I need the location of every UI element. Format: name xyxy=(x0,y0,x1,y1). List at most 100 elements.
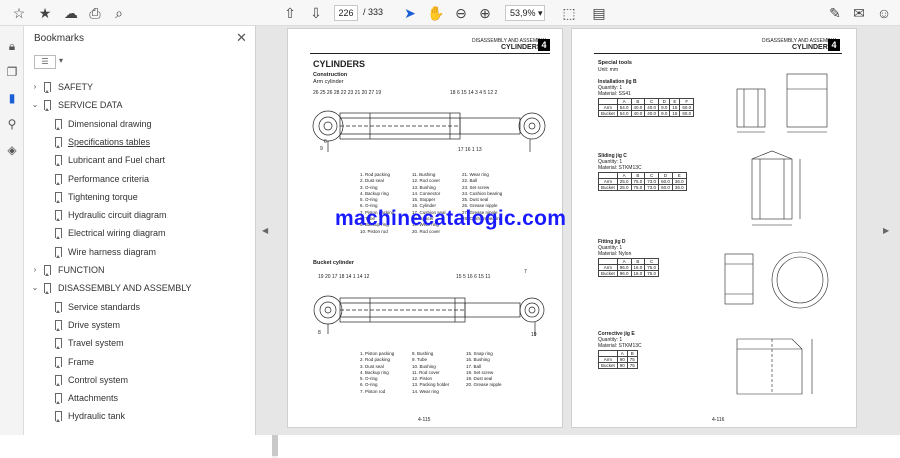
bookmark-flag-icon xyxy=(55,374,62,386)
bookmark-item[interactable]: Hydraulic circuit diagram xyxy=(24,206,249,224)
layers-icon[interactable]: ◈ xyxy=(4,142,20,158)
mail-icon[interactable]: ✉ xyxy=(850,4,868,22)
table-cell: 40.0 xyxy=(644,110,660,117)
account-icon[interactable]: ☺ xyxy=(875,4,893,22)
bookmark-item[interactable]: Service standards xyxy=(24,298,249,316)
chapter-badge: 4 xyxy=(538,39,550,51)
bookmark-label: Specifications tables xyxy=(68,136,151,147)
bookmark-flag-icon xyxy=(55,301,62,313)
bookmark-flag-icon xyxy=(55,155,62,167)
bookmark-item[interactable]: › FUNCTION xyxy=(24,261,249,279)
zoom-level-input[interactable]: 53,9% ▾ xyxy=(505,5,545,21)
zoom-in-icon[interactable]: ⊕ xyxy=(476,4,494,22)
table-cell: 75.0 xyxy=(644,270,660,277)
bucket-legend-col1: 1. Piston packing 2. Rod packing 3. Dust s… xyxy=(360,351,394,395)
table-cell: 36.0 xyxy=(671,184,687,191)
jig-e-material: Material: STKM13C xyxy=(598,343,642,349)
special-tools-heading: Special tools xyxy=(598,60,632,66)
select-cursor-icon[interactable]: ➤ xyxy=(401,4,419,22)
header-rule xyxy=(594,53,842,54)
zoom-out-icon[interactable]: ⊖ xyxy=(452,4,470,22)
page-fit-icon[interactable]: ⬚ xyxy=(560,4,578,22)
bookmark-item[interactable]: Frame xyxy=(24,353,249,371)
page-number-input[interactable]: 226 xyxy=(334,5,358,21)
hand-tool-icon[interactable]: ✋ xyxy=(427,4,445,22)
bookmark-item[interactable]: ⌄ DISASSEMBLY AND ASSEMBLY xyxy=(24,279,249,297)
bookmark-item[interactable]: Hydraulic tank xyxy=(24,407,249,425)
chevron-right-icon[interactable]: › xyxy=(31,261,39,279)
lock-icon[interactable]: 🔒︎ xyxy=(4,38,20,54)
bookmark-flag-icon xyxy=(55,393,62,405)
bookmark-label: SAFETY xyxy=(58,82,94,92)
star-icon[interactable]: ★ xyxy=(36,4,54,22)
scroll-mode-icon[interactable]: ▤ xyxy=(590,4,608,22)
table-cell: 90 xyxy=(616,362,628,369)
bookmark-flag-icon xyxy=(55,210,62,222)
expand-right-panel-icon[interactable]: ▶ xyxy=(883,226,889,235)
page-down-icon[interactable]: ⇩ xyxy=(307,4,325,22)
attachment-icon[interactable]: ⚲ xyxy=(4,116,20,132)
chevron-down-icon[interactable]: ▾ xyxy=(59,56,63,65)
chevron-down-icon[interactable]: ⌄ xyxy=(31,96,39,114)
table-cell: 96.0 xyxy=(616,264,632,271)
table-row: Bucket 25.0 75.0 73.0 60.0 36.0 xyxy=(598,184,687,191)
bookmark-flag-icon xyxy=(44,265,51,276)
bookmark-flag-icon xyxy=(55,136,62,148)
table-cell: 73.0 xyxy=(644,184,660,191)
table-cell: 9.0 xyxy=(658,110,671,117)
bookmark-label: Hydraulic circuit diagram xyxy=(68,210,167,221)
bookmark-item[interactable]: Lubricant and Fuel chart xyxy=(24,151,249,169)
table-cell: 60.0 xyxy=(658,184,673,191)
zoom-value: 53,9% xyxy=(510,8,536,18)
edit-pen-icon[interactable]: ✎ xyxy=(826,4,844,22)
bookmark-label: Wire harness diagram xyxy=(68,246,157,257)
upload-cloud-icon[interactable]: ☁ xyxy=(62,4,80,22)
bookmark-item[interactable]: ⌄ SERVICE DATA xyxy=(24,96,249,114)
bookmark-options-icon[interactable]: ☰ xyxy=(34,55,56,69)
bookmark-label: Travel system xyxy=(68,338,124,349)
construction-heading: Construction xyxy=(313,72,348,78)
bookmark-label: Hydraulic tank xyxy=(68,411,126,422)
bookmark-label: Tightening torque xyxy=(68,191,138,202)
chevron-down-icon[interactable]: ⌄ xyxy=(31,279,39,297)
chevron-right-icon[interactable]: › xyxy=(31,78,39,96)
arm-cylinder-heading: Arm cylinder xyxy=(313,79,344,85)
header-rule xyxy=(310,53,550,54)
bucket-legend-col2: 8. Bushing 9. Tube 10. Bushing 11. Rod cove… xyxy=(412,351,449,395)
jig-d-drawing xyxy=(724,251,829,309)
bookmark-item[interactable]: Tightening torque xyxy=(24,188,249,206)
bookmark-label: FUNCTION xyxy=(58,265,105,275)
bookmark-item[interactable]: Drive system xyxy=(24,316,249,334)
bookmark-item[interactable]: Attachments xyxy=(24,389,249,407)
table-cell: 75 xyxy=(626,362,638,369)
bookmark-item[interactable]: Electrical wiring diagram xyxy=(24,224,249,242)
close-icon[interactable]: ✕ xyxy=(236,30,247,46)
collapse-panel-icon[interactable]: ◀ xyxy=(262,226,268,235)
bookmark-item[interactable]: › SAFETY xyxy=(24,78,249,96)
bookmark-flag-icon xyxy=(44,82,51,93)
unit-note: Unit: mm xyxy=(598,67,618,73)
table-cell: 96.0 xyxy=(616,270,632,277)
print-icon[interactable]: ⎙ xyxy=(86,4,104,22)
bookmark-item[interactable]: Specifications tables xyxy=(24,133,249,151)
jig-b-material: Material: SS41 xyxy=(598,91,631,97)
bookmark-icon[interactable]: ▮ xyxy=(4,90,20,106)
bookmark-flag-icon xyxy=(55,319,62,331)
bucket-callout-7: 7 xyxy=(524,269,527,275)
bucket-callout-19: 19 xyxy=(531,332,537,338)
bookmark-item[interactable]: Dimensional drawing xyxy=(24,115,249,133)
jig-d-material: Material: Nylon xyxy=(598,251,632,257)
bookmark-item[interactable]: Wire harness diagram xyxy=(24,243,249,261)
bookmark-item[interactable]: Control system xyxy=(24,371,249,389)
bookmark-star-icon[interactable]: ☆ xyxy=(10,4,28,22)
bookmark-item[interactable]: Travel system xyxy=(24,334,249,352)
bucket-cylinder-drawing xyxy=(313,295,545,336)
search-icon[interactable]: ⌕ xyxy=(110,4,128,22)
bookmark-label: SERVICE DATA xyxy=(58,100,123,111)
table-cell: 15 xyxy=(669,110,681,117)
pages-icon[interactable]: ❐ xyxy=(4,64,20,80)
bookmark-item[interactable]: Performance criteria xyxy=(24,170,249,188)
table-cell: 25.0 xyxy=(616,184,632,191)
page-up-icon[interactable]: ⇧ xyxy=(281,4,299,22)
table-cell: 75.0 xyxy=(630,184,646,191)
